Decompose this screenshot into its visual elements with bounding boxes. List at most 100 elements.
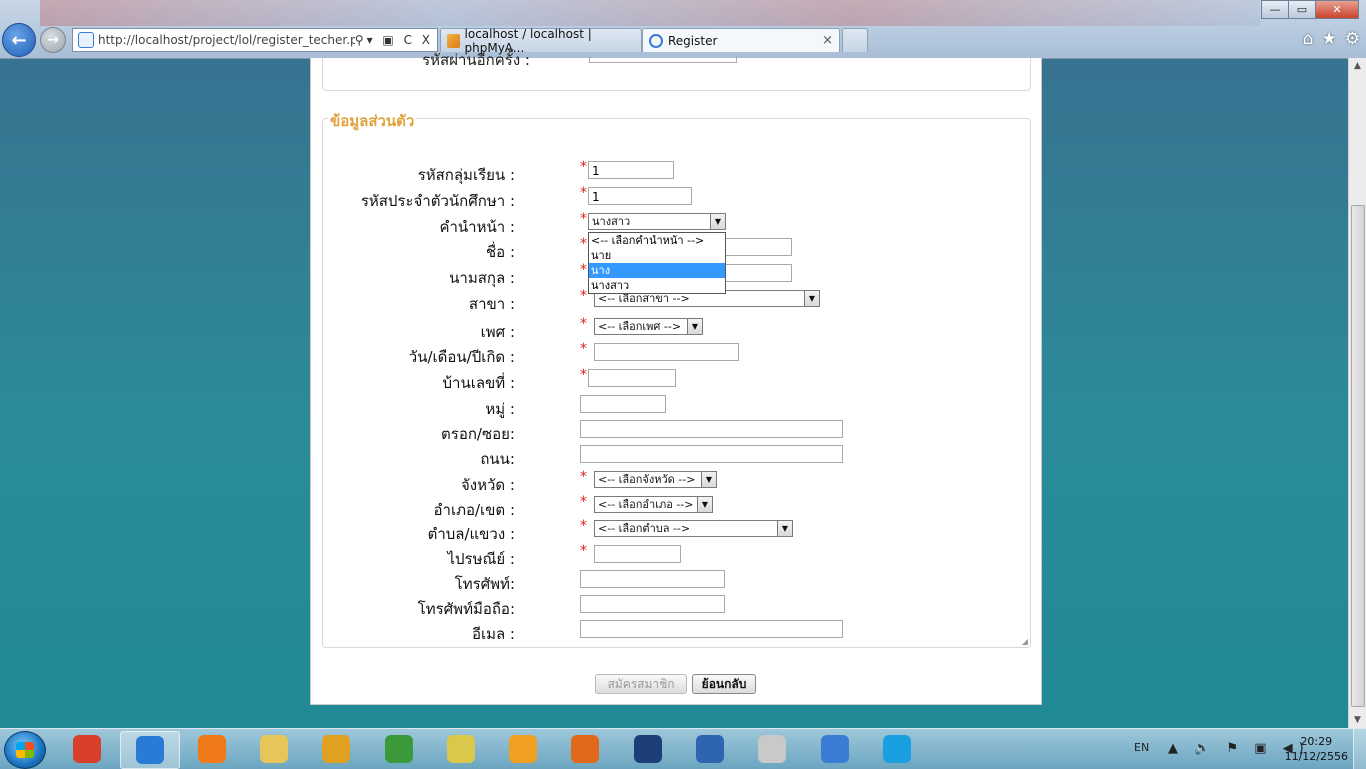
- chevron-down-icon[interactable]: ▼: [710, 214, 725, 229]
- app-blue-icon: [696, 735, 724, 763]
- row-soi: ตรอก/ซอย:: [323, 420, 1023, 443]
- minimize-button[interactable]: —: [1261, 0, 1289, 19]
- browser-right-icons: ⌂ ★ ⚙: [1303, 29, 1360, 49]
- required-mark: *: [580, 185, 587, 201]
- url-text[interactable]: http://localhost/project/lol/register_te…: [98, 33, 355, 47]
- app-globe-icon: [384, 735, 413, 763]
- scroll-up-icon[interactable]: ▲: [1349, 58, 1366, 74]
- page-content: รหัสผ่านอีกครั้ง : ข้อมูลส่วนตัว รหัสกลุ…: [310, 51, 1042, 705]
- maximize-button[interactable]: ▭: [1288, 0, 1316, 19]
- prefix-option[interactable]: นางสาว: [589, 278, 725, 293]
- prefix-label: คำนำหน้า :: [439, 218, 515, 236]
- browser-chrome: — ▭ ✕ ← → http://localhost/project/lol/r…: [0, 0, 1366, 59]
- file-explorer-icon: [259, 735, 288, 763]
- chevron-down-icon[interactable]: ▼: [701, 472, 716, 487]
- required-mark: *: [580, 494, 587, 510]
- district-select[interactable]: <-- เลือกอำเภอ --> ▼: [594, 496, 713, 513]
- back-button[interactable]: ←: [2, 23, 36, 57]
- taskbar-app-blue[interactable]: [681, 731, 739, 767]
- required-mark: *: [580, 341, 587, 357]
- chevron-down-icon[interactable]: ▼: [697, 497, 712, 512]
- prefix-option[interactable]: <-- เลือกคำนำหน้า -->: [589, 233, 725, 248]
- vertical-scrollbar[interactable]: ▲ ▼: [1348, 58, 1366, 728]
- subdistrict-select[interactable]: <-- เลือกตำบล --> ▼: [594, 520, 793, 537]
- required-mark: *: [580, 159, 587, 175]
- favorites-star-icon[interactable]: ★: [1322, 29, 1337, 49]
- birthdate-input[interactable]: [594, 343, 739, 361]
- class-group-input[interactable]: 1: [588, 161, 674, 179]
- arrow-right-icon: →: [47, 32, 59, 48]
- prefix-option-highlighted[interactable]: นาง: [589, 263, 725, 278]
- required-mark: *: [580, 543, 587, 559]
- taskbar-firefox[interactable]: [556, 731, 614, 767]
- district-selected-value: <-- เลือกอำเภอ -->: [598, 498, 694, 511]
- postal-label: ไปรษณีย์ :: [447, 550, 515, 568]
- language-indicator[interactable]: EN: [1134, 741, 1149, 754]
- clock[interactable]: 20:29 11/12/2556: [1285, 734, 1348, 764]
- scroll-down-icon[interactable]: ▼: [1349, 712, 1366, 728]
- start-button[interactable]: [4, 731, 46, 769]
- register-button[interactable]: สมัครสมาชิก: [595, 674, 687, 694]
- app-1-icon: [73, 735, 101, 763]
- road-input[interactable]: [580, 445, 843, 463]
- class-group-label: รหัสกลุ่มเรียน :: [417, 166, 515, 184]
- tab-register[interactable]: Register ×: [642, 28, 840, 52]
- house-no-input[interactable]: [588, 369, 676, 387]
- password-confirm-input[interactable]: [589, 56, 737, 63]
- required-mark: *: [580, 367, 587, 383]
- row-gender: เพศ : * <-- เลือกเพศ --> ▼: [323, 316, 1023, 341]
- close-window-button[interactable]: ✕: [1315, 0, 1359, 19]
- student-id-label: รหัสประจำตัวนักศึกษา :: [360, 192, 515, 210]
- soi-input[interactable]: [580, 420, 843, 438]
- back-page-button[interactable]: ย้อนกลับ: [692, 674, 756, 694]
- moo-input[interactable]: [580, 395, 666, 413]
- taskbar-photoshop[interactable]: [619, 731, 677, 767]
- phone-input[interactable]: [580, 570, 725, 588]
- required-mark: *: [580, 288, 587, 304]
- gender-select[interactable]: <-- เลือกเพศ --> ▼: [594, 318, 703, 335]
- scrollbar-thumb[interactable]: [1351, 205, 1365, 707]
- taskbar-app-bolt[interactable]: [806, 731, 864, 767]
- required-mark: *: [580, 211, 587, 227]
- prefix-dropdown-list[interactable]: <-- เลือกคำนำหน้า --> นาย นาง นางสาว: [588, 232, 726, 294]
- taskbar-media-player[interactable]: [183, 731, 241, 767]
- home-icon[interactable]: ⌂: [1303, 29, 1314, 49]
- row-road: ถนน:: [323, 445, 1023, 468]
- skype-icon: [882, 735, 911, 763]
- email-input[interactable]: [580, 620, 843, 638]
- chevron-down-icon[interactable]: ▼: [687, 319, 702, 334]
- district-label: อำเภอ/เขต :: [433, 501, 515, 519]
- taskbar-file-explorer[interactable]: [245, 731, 303, 767]
- chevron-down-icon[interactable]: ▼: [777, 521, 792, 536]
- phpmyadmin-icon: [447, 33, 460, 48]
- prefix-option[interactable]: นาย: [589, 248, 725, 263]
- last-name-label: นามสกุล :: [449, 269, 515, 287]
- forward-button[interactable]: →: [40, 27, 66, 53]
- sticky-notes-icon: [446, 735, 475, 763]
- taskbar-app-1[interactable]: [58, 731, 116, 767]
- taskbar: EN ▲ 🔈 ⚑ ▣ ◀) 20:29 11/12/2556: [0, 728, 1366, 769]
- mobile-input[interactable]: [580, 595, 725, 613]
- taskbar-app-globe[interactable]: [370, 731, 428, 767]
- address-tools-icons[interactable]: ⚲▾ ▣ C X: [355, 33, 437, 47]
- tab-close-icon[interactable]: ×: [822, 33, 833, 48]
- prefix-select[interactable]: นางสาว ▼: [588, 213, 726, 230]
- postal-input[interactable]: [594, 545, 681, 563]
- required-mark: *: [580, 469, 587, 485]
- address-bar[interactable]: http://localhost/project/lol/register_te…: [72, 28, 438, 52]
- chevron-down-icon[interactable]: ▼: [804, 291, 819, 306]
- taskbar-sticky-notes[interactable]: [432, 731, 490, 767]
- student-id-input[interactable]: 1: [588, 187, 692, 205]
- province-select[interactable]: <-- เลือกจังหวัด --> ▼: [594, 471, 717, 488]
- taskbar-app-orange[interactable]: [494, 731, 552, 767]
- internet-explorer-icon: [136, 736, 165, 764]
- taskbar-skype[interactable]: [868, 731, 926, 767]
- gear-icon[interactable]: ⚙: [1345, 29, 1360, 49]
- taskbar-app-window[interactable]: [743, 731, 801, 767]
- prefix-selected-value: นางสาว: [592, 215, 631, 228]
- taskbar-internet-explorer[interactable]: [120, 731, 181, 769]
- show-desktop-button[interactable]: [1353, 729, 1366, 769]
- taskbar-chrome[interactable]: [307, 731, 365, 767]
- system-tray: EN ▲ 🔈 ⚑ ▣ ◀) 20:29 11/12/2556: [1126, 729, 1366, 769]
- new-tab-button[interactable]: [842, 28, 868, 52]
